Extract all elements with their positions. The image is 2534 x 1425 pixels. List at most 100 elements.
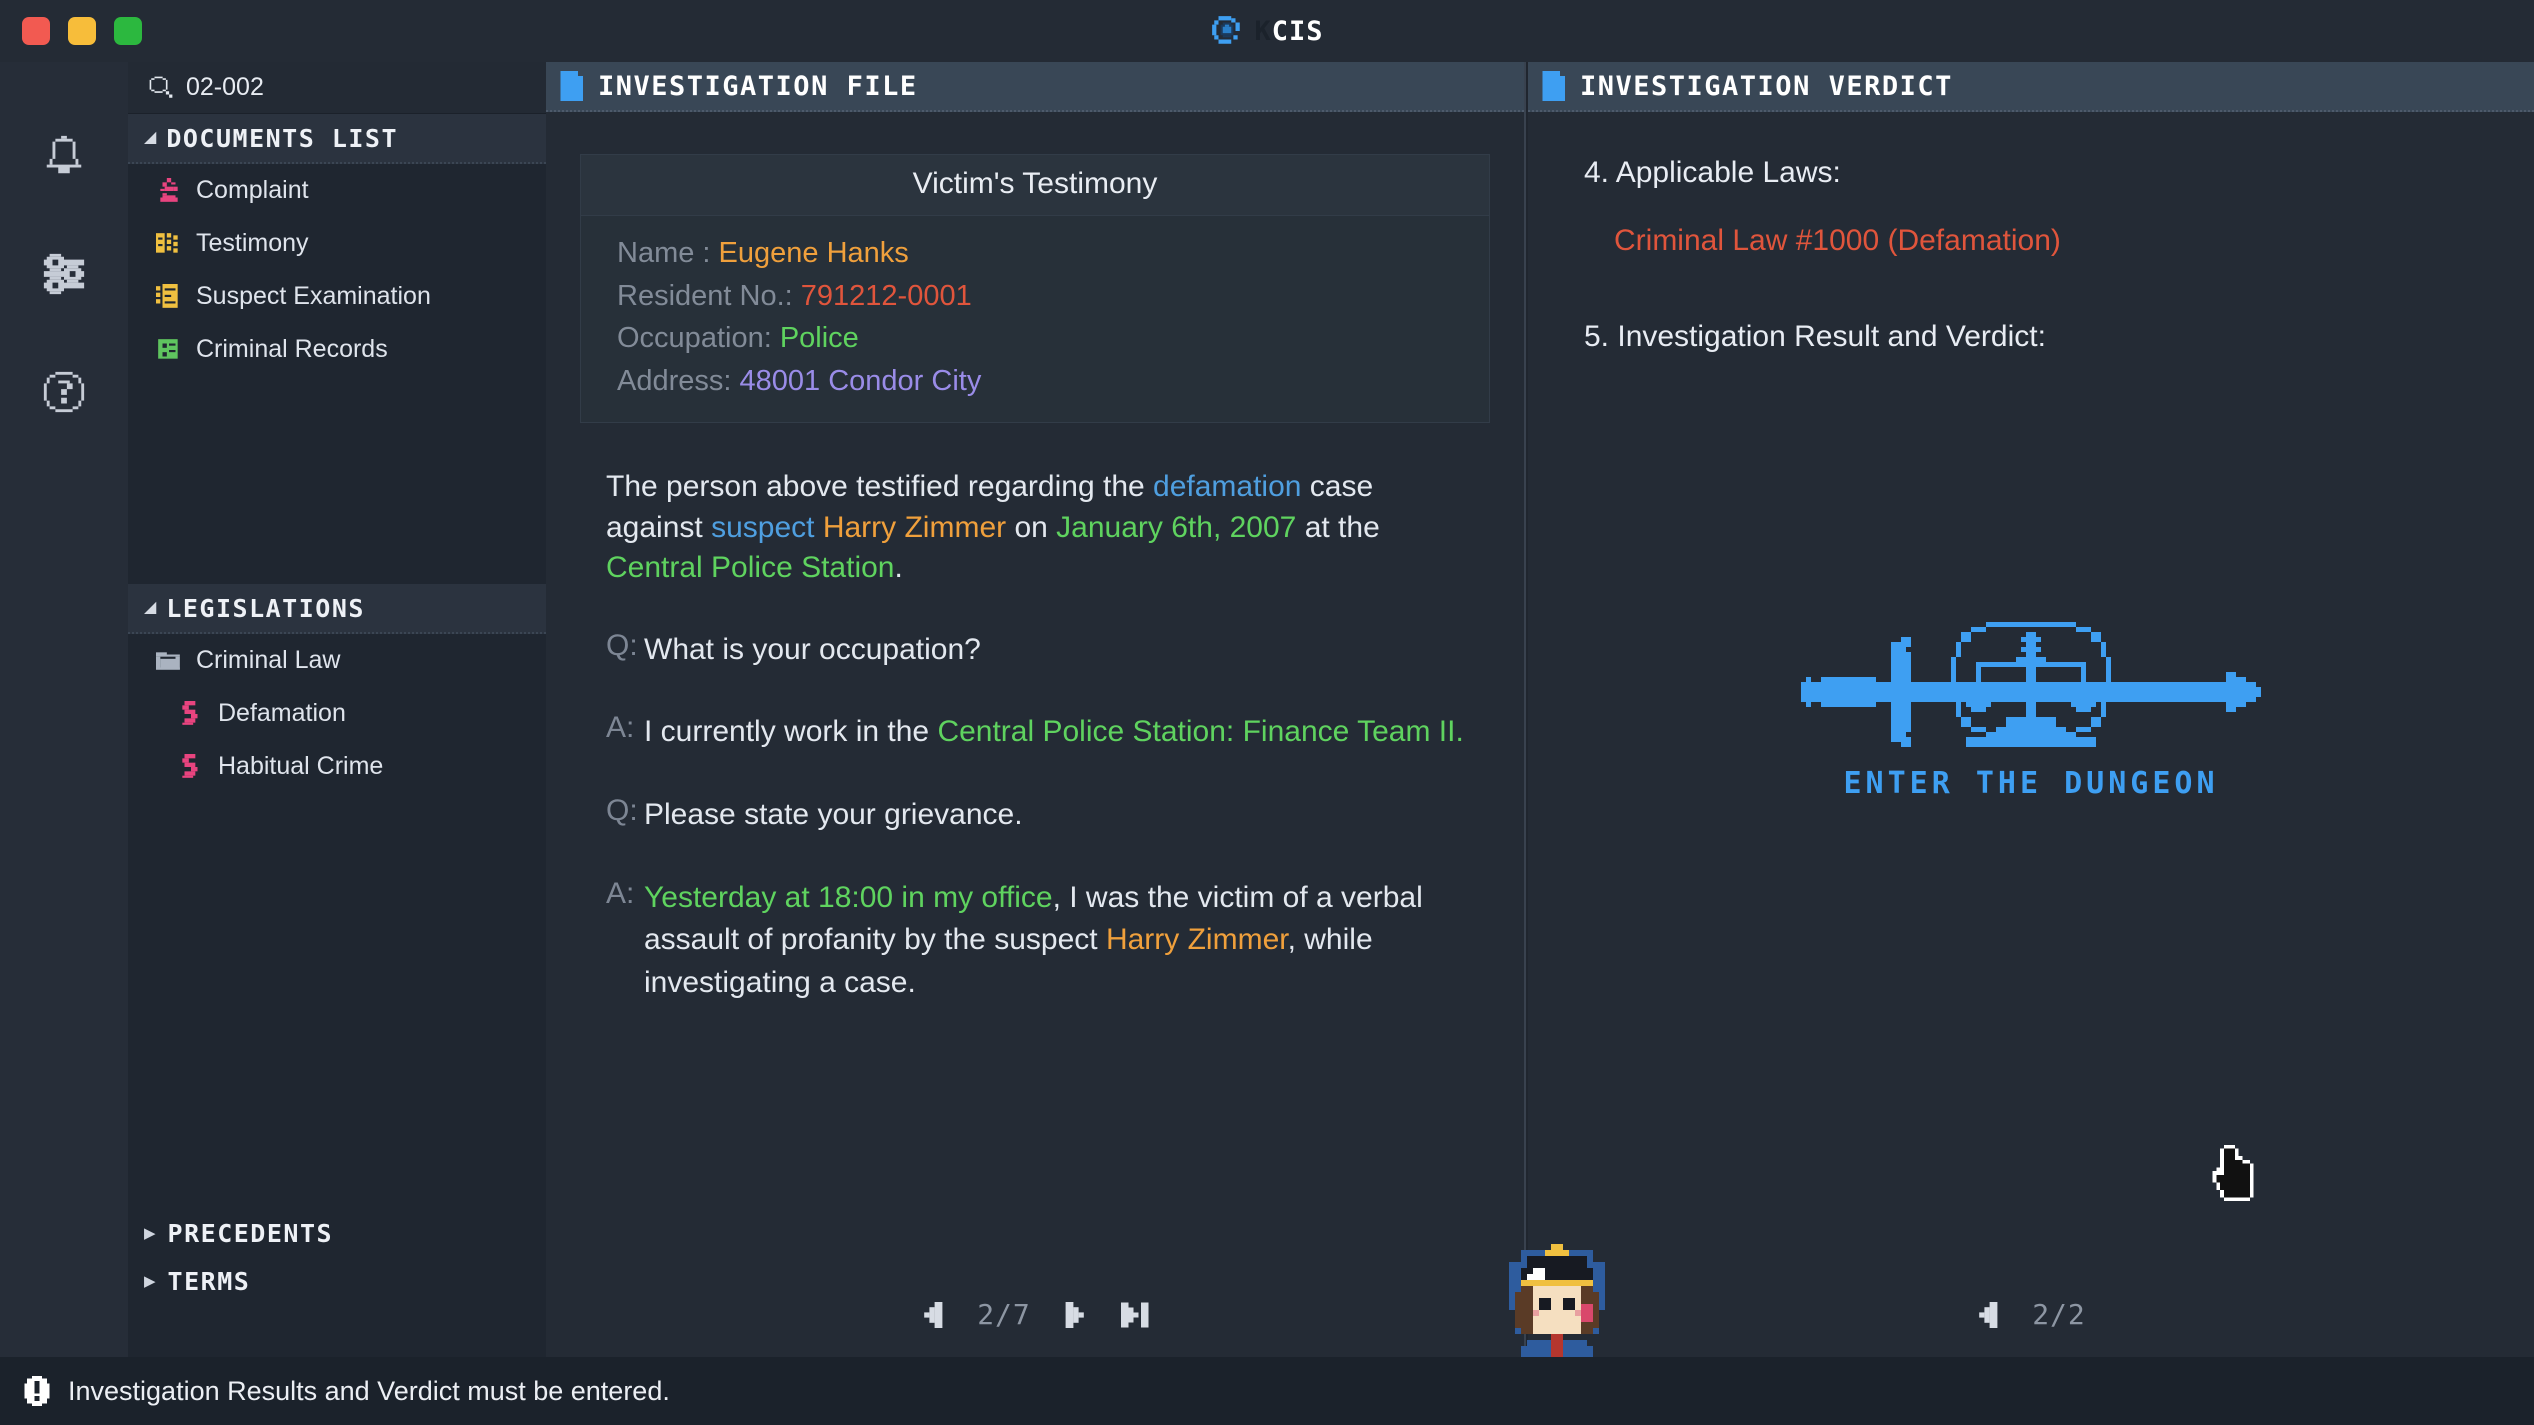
field-label: Occupation:	[617, 322, 772, 355]
verdict-page-indicator: 2/2	[2032, 1298, 2086, 1331]
text-run: on	[1006, 510, 1057, 544]
documents-list: Complaint Testimony Suspect Examination …	[128, 164, 546, 439]
document-item-complaint[interactable]: Complaint	[128, 164, 546, 217]
text-run: Central Police Station: Finance Team II.	[937, 715, 1464, 749]
qa-content: I currently work in the Central Police S…	[644, 711, 1464, 754]
victim-testimony-card: Victim's Testimony Name : Eugene Hanks R…	[580, 154, 1490, 424]
documents-panel: 02-002 ◢ DOCUMENTS LIST Complaint Testim…	[128, 62, 546, 1357]
text-run: I currently work in the	[644, 715, 938, 749]
legislation-item-habitual-crime[interactable]: Habitual Crime	[128, 740, 546, 793]
investigation-verdict-header: INVESTIGATION VERDICT	[1528, 62, 2534, 112]
field-label: Address:	[617, 364, 732, 397]
text-run: .	[894, 551, 903, 585]
field-resident-no: Resident No.: 791212-0001	[617, 275, 1453, 318]
qa-entry-4: A: Yesterday at 18:00 in my office, I wa…	[606, 877, 1464, 1005]
sidebar-item-settings[interactable]	[0, 238, 128, 310]
document-item-label: Testimony	[196, 229, 309, 257]
field-name: Name : Eugene Hanks	[617, 232, 1453, 275]
terms-title: TERMS	[167, 1266, 251, 1296]
investigation-verdict-title: INVESTIGATION VERDICT	[1580, 70, 1953, 102]
sidebar-item-notifications[interactable]	[0, 120, 128, 192]
folder-icon	[156, 651, 180, 670]
documents-list-title: DOCUMENTS LIST	[166, 123, 399, 153]
mouse-cursor	[2212, 1145, 2258, 1206]
qa-content: What is your occupation?	[644, 629, 981, 672]
applicable-law-item[interactable]: Criminal Law #1000 (Defamation)	[1614, 224, 2534, 258]
legislations-header[interactable]: ◢ LEGISLATIONS	[128, 584, 546, 634]
qa-entry-1: Q: What is your occupation?	[606, 629, 1464, 672]
prev-page-button[interactable]	[921, 1301, 943, 1328]
text-run: Harry Zimmer	[822, 510, 1007, 544]
qa-entry-2: A: I currently work in the Central Polic…	[606, 711, 1464, 754]
pointer-hand-cursor	[2212, 1145, 2254, 1201]
legislations-title: LEGISLATIONS	[166, 593, 365, 623]
qa-mark: Q:	[606, 793, 638, 827]
document-item-criminal-records[interactable]: Criminal Records	[128, 323, 546, 376]
verdict-section-4-label: 4. Applicable Laws:	[1584, 156, 1841, 189]
victim-testimony-card-title: Victim's Testimony	[581, 155, 1489, 216]
sidebar-item-help[interactable]	[0, 356, 128, 428]
legislation-item-defamation[interactable]: Defamation	[128, 687, 546, 740]
document-item-label: Suspect Examination	[196, 282, 431, 310]
app-title: KCIS	[1254, 15, 1324, 47]
prev-page-button[interactable]	[1976, 1301, 1998, 1328]
testimony-icon	[156, 232, 178, 253]
qa-entry-3: Q: Please state your grievance.	[606, 794, 1464, 837]
legislation-item-label: Habitual Crime	[218, 752, 384, 780]
terms-header[interactable]: ▶ TERMS	[128, 1257, 546, 1305]
next-page-button[interactable]	[1065, 1301, 1087, 1328]
icon-rail	[0, 62, 128, 1425]
document-item-suspect-examination[interactable]: Suspect Examination	[128, 270, 546, 323]
file-page-indicator: 2/7	[977, 1298, 1031, 1331]
documents-list-header[interactable]: ◢ DOCUMENTS LIST	[128, 114, 546, 164]
legislation-item-criminal-law[interactable]: Criminal Law	[128, 634, 546, 687]
panel-spacer	[128, 439, 546, 584]
criminal-records-icon	[158, 338, 178, 359]
question-icon	[43, 371, 85, 413]
complaint-icon	[160, 177, 178, 202]
search-bar[interactable]: 02-002	[128, 62, 546, 114]
minimize-button[interactable]	[68, 17, 96, 45]
file-pagination: 2/7	[546, 1298, 1526, 1331]
investigation-file-header: INVESTIGATION FILE	[546, 62, 1524, 112]
precedents-header[interactable]: ▶ PRECEDENTS	[128, 1209, 546, 1257]
precedents-title: PRECEDENTS	[167, 1218, 334, 1248]
verdict-pagination: 2/2	[1528, 1298, 2534, 1331]
sliders-icon	[43, 253, 85, 295]
file-icon	[1542, 71, 1565, 101]
collapse-caret-icon: ◢	[144, 129, 157, 146]
expand-caret-icon: ▶	[144, 1225, 156, 1242]
suspect-exam-icon	[156, 283, 178, 308]
field-occupation: Occupation: Police	[617, 317, 1453, 360]
field-label: Name :	[617, 237, 711, 269]
enter-the-dungeon-watermark: ENTER THE DUNGEON	[1796, 622, 2266, 801]
status-bar: Investigation Results and Verdict must b…	[0, 1357, 2534, 1425]
text-run: Yesterday at 18:00 in my office	[644, 880, 1053, 914]
legislation-item-label: Criminal Law	[196, 646, 341, 674]
document-item-testimony[interactable]: Testimony	[128, 217, 546, 270]
investigation-file-title: INVESTIGATION FILE	[598, 70, 918, 102]
close-button[interactable]	[22, 17, 50, 45]
qa-mark: A:	[606, 876, 635, 910]
text-run: January 6th, 2007	[1056, 510, 1297, 544]
dungeon-watermark-text: ENTER THE DUNGEON	[1843, 766, 2219, 801]
bell-icon	[46, 135, 82, 174]
section-sign-icon	[182, 753, 198, 778]
verdict-section-5-label: 5. Investigation Result and Verdict:	[1584, 320, 2046, 353]
app-title-group: KCIS	[0, 0, 2534, 62]
last-page-button[interactable]	[1120, 1302, 1151, 1328]
investigation-verdict-panel: INVESTIGATION VERDICT 4. Applicable Laws…	[1528, 62, 2534, 1357]
text-run: Please state your grievance.	[644, 797, 1023, 831]
qa-content: Yesterday at 18:00 in my office, I was t…	[644, 877, 1464, 1005]
maximize-button[interactable]	[114, 17, 142, 45]
window-controls	[22, 17, 142, 45]
expand-caret-icon: ▶	[144, 1273, 156, 1290]
qa-mark: A:	[606, 711, 635, 745]
text-run: What is your occupation?	[644, 632, 981, 666]
document-item-label: Complaint	[196, 176, 309, 204]
investigation-file-panel: INVESTIGATION FILE Victim's Testimony Na…	[546, 62, 1526, 1357]
testimony-summary: The person above testified regarding the…	[606, 467, 1464, 589]
text-run: suspect	[711, 510, 823, 544]
field-value: Eugene Hanks	[718, 237, 909, 269]
search-input[interactable]: 02-002	[186, 73, 264, 102]
